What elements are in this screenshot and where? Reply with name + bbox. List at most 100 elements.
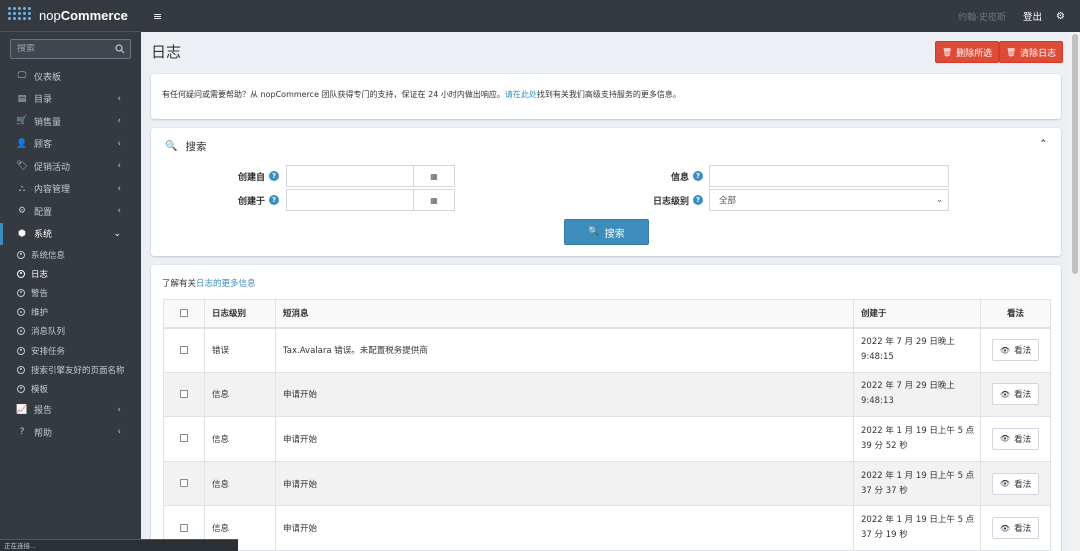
cart-icon: 🛒 (16, 116, 28, 127)
search-icon: 🔍 (588, 227, 600, 237)
row-checkbox[interactable] (180, 345, 188, 354)
view-button[interactable]: 👁 看法 (991, 383, 1040, 406)
log-level-select[interactable]: 全部 ⌄ (709, 189, 949, 211)
created-on-cell: 2022 年 7 月 29 日晚上 9:48:13 (853, 371, 981, 418)
log-level-cell: 信息 (204, 416, 276, 462)
sidebar-search[interactable] (10, 39, 131, 59)
select-all-checkbox[interactable] (180, 308, 188, 317)
row-select-cell (163, 327, 205, 373)
book-icon: ▤ (17, 93, 27, 104)
delete-selected-button[interactable]: 🗑 删除所选 (935, 41, 1000, 63)
sidebar-subitem[interactable]: 模板 (0, 379, 141, 398)
row-checkbox[interactable] (180, 389, 188, 398)
help-icon[interactable]: ? (269, 171, 279, 181)
brand-text: nopCommerce (39, 8, 128, 23)
learn-more-link[interactable]: 日志的更多信息 (196, 279, 256, 289)
calendar-icon[interactable]: ▦ (413, 189, 455, 211)
current-user[interactable]: 约翰·史密斯 (958, 10, 1006, 23)
sidebar-item[interactable]: ⚙ 配置 ‹ (0, 200, 141, 223)
sidebar-item[interactable]: 🛒 销售量 ‹ (0, 110, 141, 133)
log-grid-panel: 了解有关日志的更多信息 日志级别 短消息 创建于 看法 错误 Tax.Avalar… (151, 265, 1061, 551)
sidebar-item[interactable]: 👤 顾客 ‹ (0, 133, 141, 156)
message-input[interactable] (709, 165, 949, 187)
chevron-left-icon: ‹ (117, 138, 121, 149)
sidebar-search-input[interactable] (17, 44, 107, 54)
row-checkbox[interactable] (180, 479, 188, 488)
eye-icon: 👁 (999, 389, 1011, 399)
tags-icon: 🏷 (16, 161, 28, 172)
clear-log-button[interactable]: 🗑 清除日志 (999, 41, 1064, 63)
eye-icon: 👁 (999, 479, 1011, 489)
sidebar-item[interactable]: 📈 报告 ‹ (0, 399, 141, 422)
calendar-icon[interactable]: ▦ (413, 165, 455, 187)
sidebar-item[interactable]: ▤ 目录 ‹ (0, 88, 141, 111)
created-on-cell: 2022 年 1 月 19 日上午 5 点 39 分 52 秒 (853, 416, 981, 462)
view-cell: 👁 看法 (980, 371, 1051, 418)
topbar: ≡ 约翰·史密斯 登出 ⚙ (141, 0, 1080, 32)
sidebar-subitem[interactable]: 日志 (0, 264, 141, 283)
row-checkbox[interactable] (180, 434, 188, 443)
view-cell: 👁 看法 (980, 505, 1051, 551)
short-message-cell: 申请开始 (275, 416, 854, 462)
sidebar-item-label: 系统 (34, 230, 53, 241)
header-short-message[interactable]: 短消息 (275, 299, 854, 329)
support-link[interactable]: 请在此处 (505, 90, 537, 99)
created-to-input[interactable] (286, 189, 414, 211)
circle-icon (17, 346, 25, 355)
chevron-up-icon[interactable]: ⌃ (1039, 139, 1047, 149)
header-created-on[interactable]: 创建于 (853, 299, 981, 329)
eye-icon: 👁 (999, 345, 1011, 355)
chevron-left-icon: ‹ (117, 116, 121, 127)
row-select-cell (163, 416, 205, 462)
sidebar-subitem-label: 日志 (31, 269, 49, 280)
cube-icon: ⬢ (18, 228, 26, 239)
sidebar-subitem[interactable]: 搜索引擎友好的页面名称 (0, 360, 141, 379)
sidebar-item[interactable]: ⛬ 内容管理 ‹ (0, 178, 141, 201)
sidebar-subitem[interactable]: 消息队列 (0, 322, 141, 341)
scrollbar-thumb[interactable] (1072, 34, 1078, 274)
circle-icon (17, 308, 25, 317)
sidebar-subitem-label: 维护 (31, 308, 49, 319)
brand[interactable]: nopCommerce (0, 0, 141, 32)
view-button[interactable]: 👁 看法 (991, 517, 1040, 540)
sidebar-item[interactable]: 🏷 促销活动 ‹ (0, 155, 141, 178)
row-checkbox[interactable] (180, 523, 188, 532)
sidebar-item[interactable]: ? 帮助 ‹ (0, 421, 141, 444)
help-icon[interactable]: ? (693, 195, 703, 205)
sidebar-subitem-label: 模板 (31, 384, 49, 395)
support-info-text: 有任何疑问或需要帮助？从 nopCommerce 团队获得专门的支持，保证在 2… (162, 90, 681, 99)
sidebar-subitem[interactable]: 维护 (0, 303, 141, 322)
chevron-down-icon: ⌄ (113, 228, 121, 239)
settings-icon[interactable]: ⚙ (1056, 11, 1065, 22)
search-button[interactable]: 🔍 搜索 (564, 219, 649, 245)
header-log-level[interactable]: 日志级别 (204, 299, 276, 329)
chevron-left-icon: ‹ (117, 93, 121, 104)
circle-icon (17, 384, 25, 393)
created-on-cell: 2022 年 1 月 19 日上午 5 点 37 分 19 秒 (853, 505, 981, 551)
sidebar-subitem[interactable]: 系统信息 (0, 245, 141, 264)
view-button[interactable]: 👁 看法 (991, 339, 1040, 362)
created-from-input[interactable] (286, 165, 414, 187)
page-scrollbar[interactable] (1070, 32, 1080, 551)
logout-link[interactable]: 登出 (1023, 9, 1042, 23)
circle-icon (17, 327, 25, 336)
sidebar-item[interactable]: ⬢ 系统 ⌄ (0, 222, 141, 245)
select-all-header (163, 299, 205, 329)
circle-icon (17, 269, 25, 278)
search-panel-header[interactable]: 🔍 搜索 (165, 139, 206, 154)
sidebar-subitem[interactable]: 安排任务 (0, 341, 141, 360)
sidebar-item[interactable]: 🖵 仪表板 (0, 65, 141, 88)
help-icon[interactable]: ? (269, 195, 279, 205)
eye-icon: 👁 (999, 523, 1011, 533)
view-button[interactable]: 👁 看法 (991, 472, 1040, 495)
browser-status-bar: 正在连接... (0, 539, 238, 551)
help-icon[interactable]: ? (693, 171, 703, 181)
learn-more: 了解有关日志的更多信息 (162, 279, 256, 289)
view-button[interactable]: 👁 看法 (991, 427, 1040, 450)
sidebar-subitem[interactable]: 警告 (0, 283, 141, 302)
sidebar-item-label: 目录 (34, 95, 53, 106)
search-icon[interactable] (115, 44, 125, 54)
menu-toggle-icon[interactable]: ≡ (153, 10, 162, 23)
sidebar-item-label: 促销活动 (34, 162, 71, 173)
table-row: 信息 申请开始 2022 年 1 月 19 日上午 5 点 39 分 52 秒 👁 看法 (163, 416, 1051, 462)
